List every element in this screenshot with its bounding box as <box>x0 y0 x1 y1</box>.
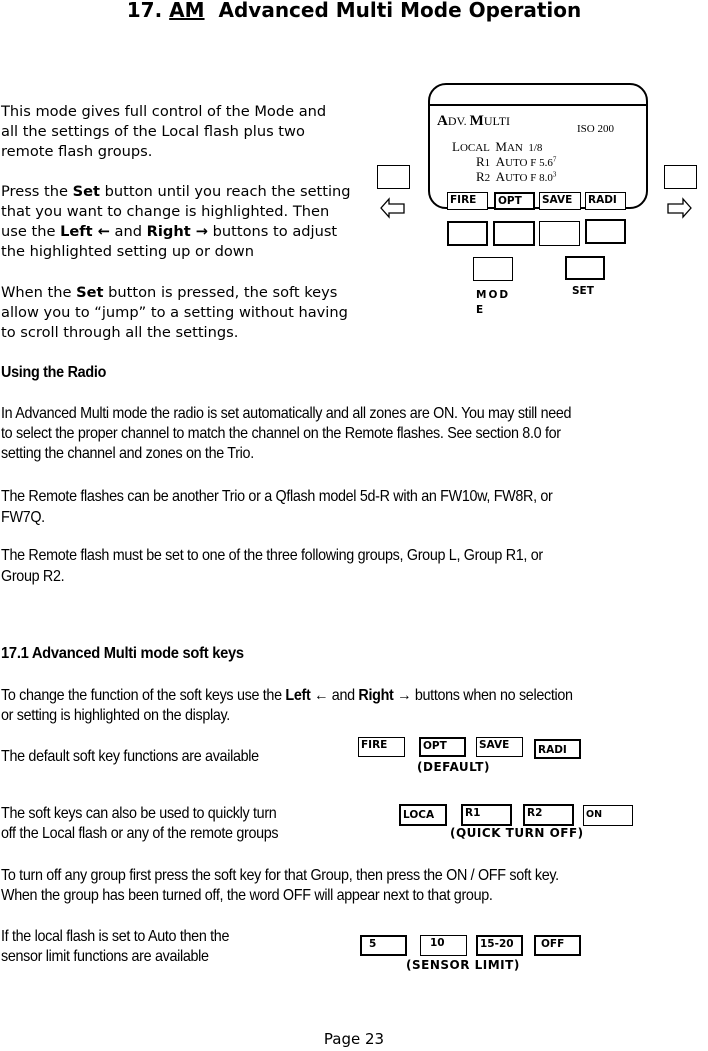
page-number: Page 23 <box>323 1030 385 1048</box>
softkey-button-4[interactable] <box>585 219 626 244</box>
intro-paragraph-2: Press the Set button until you reach the… <box>1 182 351 262</box>
title-abbrev: AM <box>169 0 205 22</box>
sensor-key-15-20: 15-20 <box>476 935 523 956</box>
text-line: remote flash groups. <box>1 143 153 160</box>
sensor-keys-caption: (SENSOR LIMIT) <box>406 958 520 972</box>
left-arrow-icon <box>380 197 405 219</box>
turnoff-paragraph: To turn off any group first press the so… <box>1 866 559 906</box>
text-line: To change the function of the soft keys … <box>1 687 573 704</box>
sensor-key-10: 10 <box>420 935 467 956</box>
text-line: When the group has been turned off, the … <box>1 887 493 904</box>
text-line: To turn off any group first press the so… <box>1 867 559 884</box>
text-line: allow you to “jump” to a setting without… <box>1 304 348 321</box>
quick-turnoff-text: The soft keys can also be used to quickl… <box>1 804 279 844</box>
text-line: to scroll through all the settings. <box>1 324 239 341</box>
text-line: The Remote flash must be set to one of t… <box>1 547 543 564</box>
mode-button-label: MOD E <box>476 289 511 316</box>
radio-paragraph-3: The Remote flash must be set to one of t… <box>1 545 543 587</box>
text-line: Group R2. <box>1 568 65 585</box>
sensor-key-off: OFF <box>534 935 581 956</box>
mode-button[interactable] <box>473 257 513 281</box>
section-heading-radio: Using the Radio <box>1 364 107 381</box>
title-text: Advanced Multi Mode Operation <box>218 0 582 22</box>
display-softkey-fire: FIRE <box>447 192 488 210</box>
right-button[interactable] <box>664 165 697 189</box>
set-button[interactable] <box>565 256 605 280</box>
default-keys-text: The default soft key functions are avail… <box>1 748 259 765</box>
sensor-key-5: 5 <box>360 935 407 956</box>
title-number: 17. <box>126 0 163 22</box>
iso-value: ISO 200 <box>577 123 614 135</box>
text-line: When the Set button is pressed, the soft… <box>1 284 338 301</box>
quick-key-r1: R1 <box>461 804 512 826</box>
r1-row: R1 AUTO F 5.67 <box>476 154 557 169</box>
default-key-save: SAVE <box>476 737 523 757</box>
r2-row: R2 AUTO F 8.03 <box>476 169 557 184</box>
intro-paragraph-3: When the Set button is pressed, the soft… <box>1 283 348 343</box>
text-line: or setting is highlighted on the display… <box>1 707 230 724</box>
text-line: This mode gives full control of the Mode… <box>1 103 327 120</box>
softkey-button-2[interactable] <box>493 221 535 246</box>
softkey-button-1[interactable] <box>447 221 488 246</box>
radio-paragraph-1: In Advanced Multi mode the radio is set … <box>1 404 572 464</box>
section-heading-softkeys: 17.1 Advanced Multi mode soft keys <box>1 645 244 662</box>
text-line: off the Local flash or any of the remote… <box>1 825 279 842</box>
quick-key-on: ON <box>583 805 633 826</box>
text-line: setting the channel and zones on the Tri… <box>1 445 254 462</box>
text-line: use the Left ← and Right → buttons to ad… <box>1 223 338 240</box>
default-keys-caption: (DEFAULT) <box>417 760 490 774</box>
text-line: FW7Q. <box>1 509 45 526</box>
quick-key-local: LOCA <box>399 804 447 826</box>
quick-keys-caption: (QUICK TURN OFF) <box>450 826 584 840</box>
text-line: the highlighted setting up or down <box>1 243 254 260</box>
softkey-button-3[interactable] <box>539 221 580 246</box>
display-softkey-save: SAVE <box>539 192 581 210</box>
text-line: In Advanced Multi mode the radio is set … <box>1 405 572 422</box>
quick-key-r2: R2 <box>523 804 574 826</box>
text-line: all the settings of the Local flash plus… <box>1 123 305 140</box>
set-button-label: SET <box>572 285 594 297</box>
display-divider <box>429 104 648 106</box>
softkeys-paragraph-1: To change the function of the soft keys … <box>1 686 573 726</box>
text-line: The soft keys can also be used to quickl… <box>1 805 277 822</box>
default-key-opt: OPT <box>419 737 466 757</box>
left-button[interactable] <box>377 165 410 189</box>
radio-paragraph-2: The Remote flashes can be another Trio o… <box>1 486 553 528</box>
mode-name: ADV. MULTI <box>437 113 511 129</box>
local-row: LOCAL MAN 1/8 <box>452 139 543 154</box>
text-line: that you want to change is highlighted. … <box>1 203 330 220</box>
display-softkey-opt: OPT <box>494 192 535 210</box>
intro-paragraph-1: This mode gives full control of the Mode… <box>1 102 326 162</box>
default-key-fire: FIRE <box>358 737 405 757</box>
page-title: 17. AM Advanced Multi Mode Operation <box>0 0 708 22</box>
text-line: sensor limit functions are available <box>1 948 209 965</box>
display-softkey-radi: RADI <box>585 192 626 210</box>
text-line: The Remote flashes can be another Trio o… <box>1 488 553 505</box>
default-key-radi: RADI <box>534 739 581 759</box>
right-arrow-icon <box>667 197 692 219</box>
text-line: If the local flash is set to Auto then t… <box>1 928 230 945</box>
sensor-limit-text: If the local flash is set to Auto then t… <box>1 927 229 967</box>
text-line: Press the Set button until you reach the… <box>1 183 351 200</box>
text-line: to select the proper channel to match th… <box>1 425 561 442</box>
